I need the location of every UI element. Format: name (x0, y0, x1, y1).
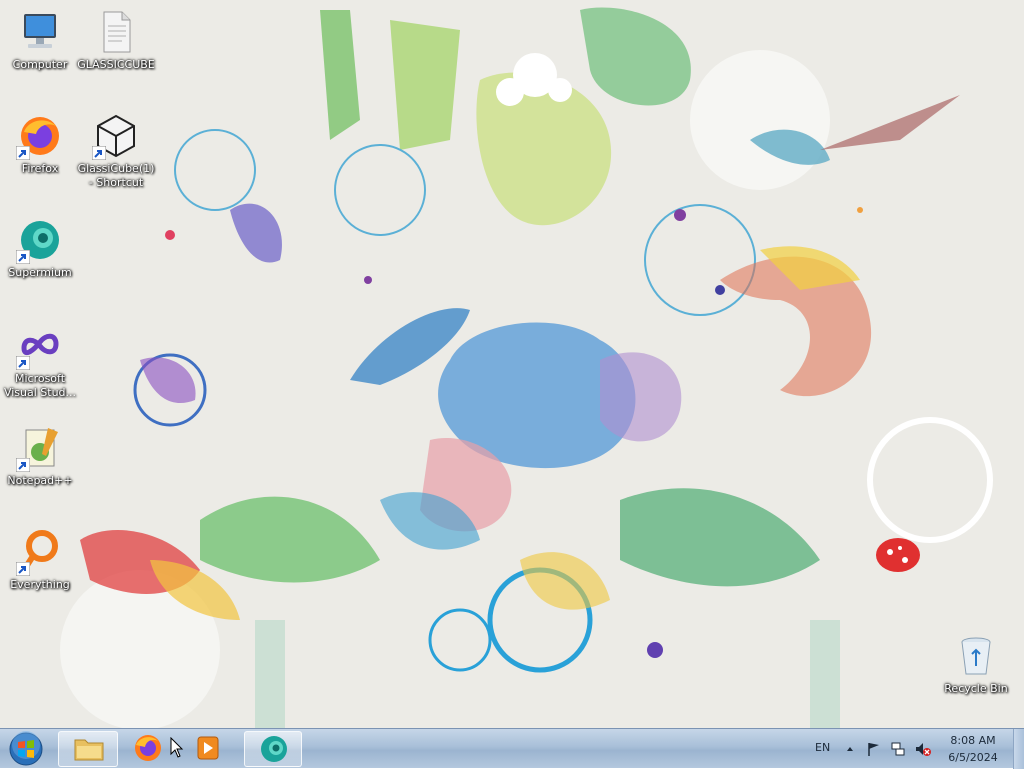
notepad-plus-plus-icon (16, 424, 64, 472)
text-file-icon (92, 8, 140, 56)
network-icon[interactable] (890, 741, 906, 757)
desktop-icon-label: GLASSICCUBE (77, 58, 155, 71)
show-desktop-button[interactable] (1013, 729, 1024, 769)
desktop[interactable]: Computer GLASSICCUBE Firefox GlassiCube(… (0, 0, 1024, 728)
shortcut-arrow-icon (16, 356, 30, 370)
media-player-icon (197, 736, 219, 760)
firefox-icon (16, 112, 64, 160)
glassicube-icon (92, 112, 140, 160)
shortcut-arrow-icon (16, 146, 30, 160)
desktop-icon-label: Firefox (21, 162, 59, 175)
wallpaper (0, 0, 1024, 728)
desktop-icon-glassicube-shortcut[interactable]: GlassiCube(1) - Shortcut (76, 112, 156, 190)
shortcut-arrow-icon (16, 458, 30, 472)
computer-icon (16, 8, 64, 56)
shortcut-arrow-icon (16, 250, 30, 264)
shortcut-arrow-icon (92, 146, 106, 160)
shortcut-arrow-icon (16, 562, 30, 576)
desktop-icon-label: GlassiCube(1) - Shortcut (77, 162, 155, 189)
desktop-icon-label: Computer (12, 58, 68, 71)
desktop-icon-label: Microsoft Visual Stud... (3, 372, 77, 399)
desktop-icon-computer[interactable]: Computer (0, 8, 80, 72)
desktop-icon-label: Notepad++ (7, 474, 73, 487)
clock-date[interactable]: 6/5/2024 (943, 751, 1003, 764)
mouse-cursor-icon (170, 737, 184, 758)
everything-search-icon (16, 528, 64, 576)
desktop-icon-firefox[interactable]: Firefox (0, 112, 80, 176)
taskbar-button-supermium[interactable] (244, 731, 302, 767)
language-indicator[interactable]: EN (815, 741, 830, 754)
folder-icon (74, 739, 104, 761)
supermium-icon (261, 736, 287, 762)
show-hidden-icons-chevron-icon[interactable] (845, 744, 855, 754)
taskbar-button-firefox[interactable] (126, 731, 170, 767)
desktop-icon-label: Supermium (8, 266, 72, 279)
recycle-bin-icon (952, 632, 1000, 680)
firefox-icon (135, 735, 161, 761)
supermium-icon (16, 216, 64, 264)
start-button[interactable] (6, 731, 46, 767)
taskbar-button-media-player[interactable] (186, 731, 230, 767)
desktop-icon-supermium[interactable]: Supermium (0, 216, 80, 280)
desktop-icon-label: Recycle Bin (944, 682, 1008, 695)
clock-time[interactable]: 8:08 AM (943, 734, 1003, 747)
desktop-icon-label: Everything (10, 578, 70, 591)
visual-studio-icon (16, 322, 64, 370)
action-center-flag-icon[interactable] (866, 741, 882, 757)
desktop-icon-everything[interactable]: Everything (0, 528, 80, 592)
volume-muted-icon[interactable] (914, 741, 932, 757)
windows-start-orb-icon (9, 731, 43, 766)
desktop-icon-visual-studio[interactable]: Microsoft Visual Stud... (0, 322, 80, 400)
desktop-icon-glassiccube-file[interactable]: GLASSICCUBE (76, 8, 156, 72)
desktop-icon-notepad-plus-plus[interactable]: Notepad++ (0, 424, 80, 488)
taskbar: EN 8:08 AM 6/5/2024 (0, 728, 1024, 769)
desktop-icon-recycle-bin[interactable]: Recycle Bin (936, 632, 1016, 696)
taskbar-button-file-explorer[interactable] (58, 731, 118, 767)
